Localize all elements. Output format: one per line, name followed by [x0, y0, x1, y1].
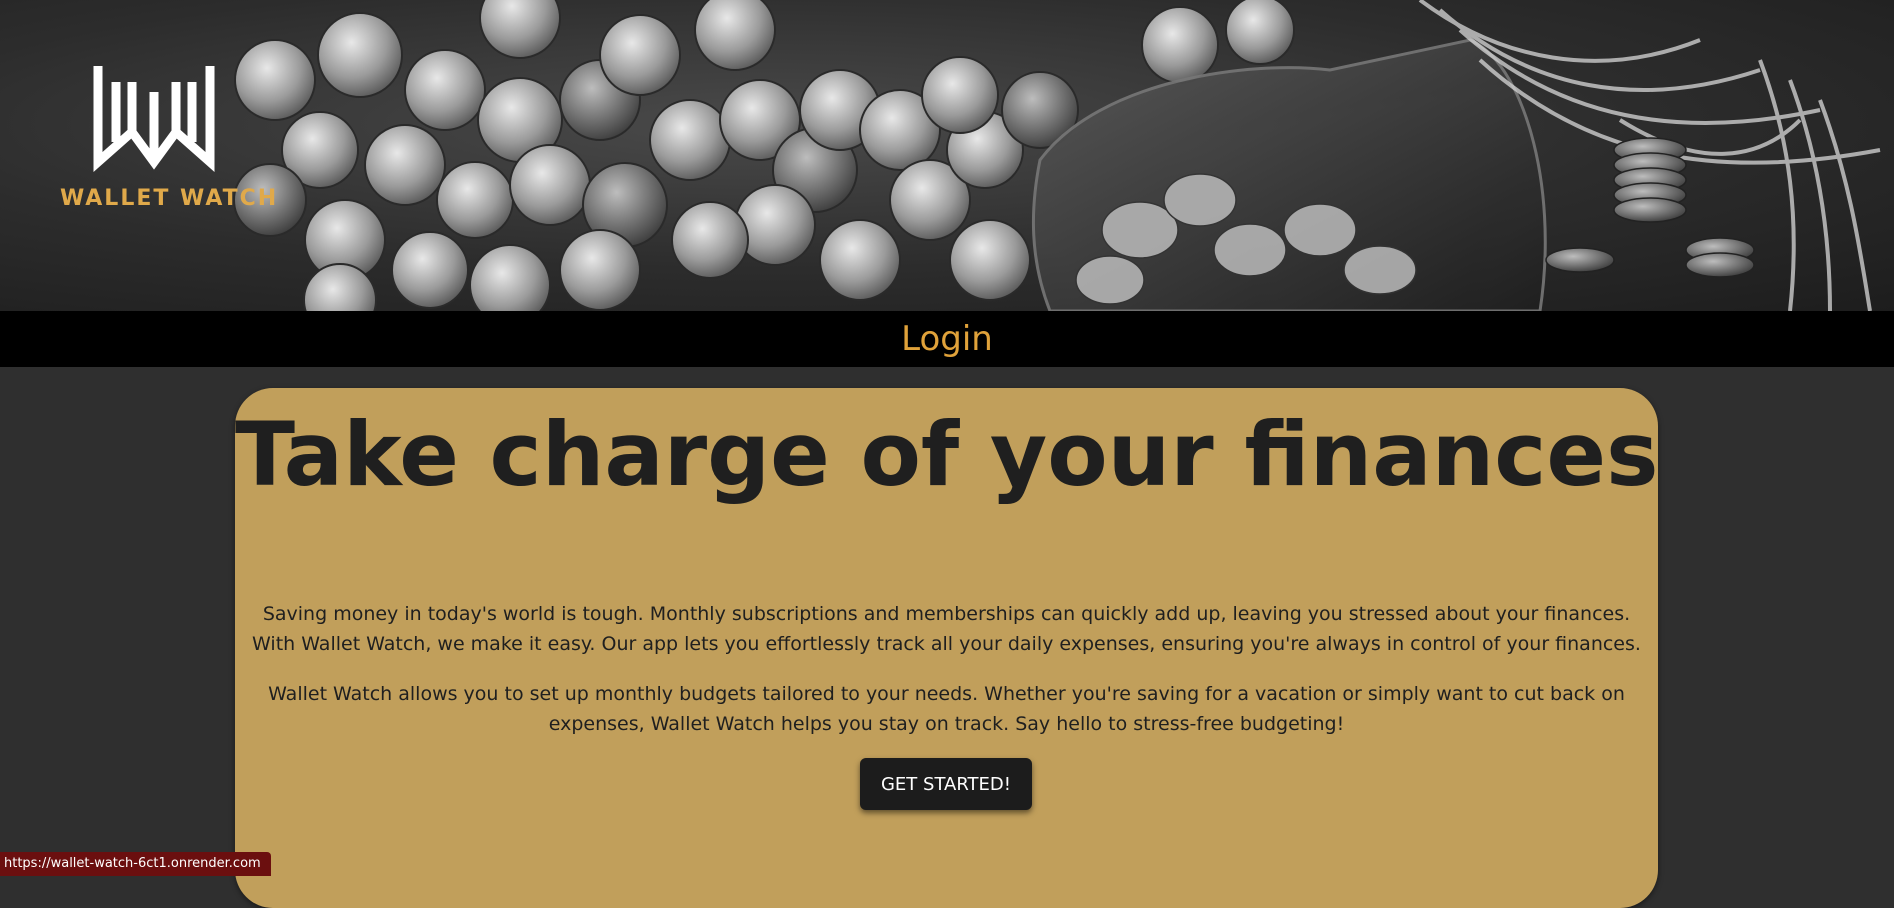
- intro-paragraph-2: Wallet Watch allows you to set up monthl…: [268, 683, 1625, 735]
- hero-banner: WALLET WATCH: [0, 0, 1894, 311]
- intro-card: Take charge of your finances Saving mone…: [235, 388, 1658, 908]
- page-title: Take charge of your finances: [235, 403, 1659, 506]
- ww-monogram-icon: [93, 66, 215, 172]
- get-started-button[interactable]: GET STARTED!: [860, 758, 1032, 810]
- intro-paragraph-1: Saving money in today's world is tough. …: [252, 603, 1641, 655]
- status-bar-url: https://wallet-watch-6ct1.onrender.com: [0, 852, 271, 876]
- brand-name: WALLET WATCH: [60, 186, 279, 211]
- wallet-watch-logo[interactable]: WALLET WATCH: [60, 62, 279, 222]
- login-link[interactable]: Login: [901, 319, 993, 359]
- top-navbar: Login: [0, 311, 1894, 367]
- coins-photo: [233, 0, 1881, 311]
